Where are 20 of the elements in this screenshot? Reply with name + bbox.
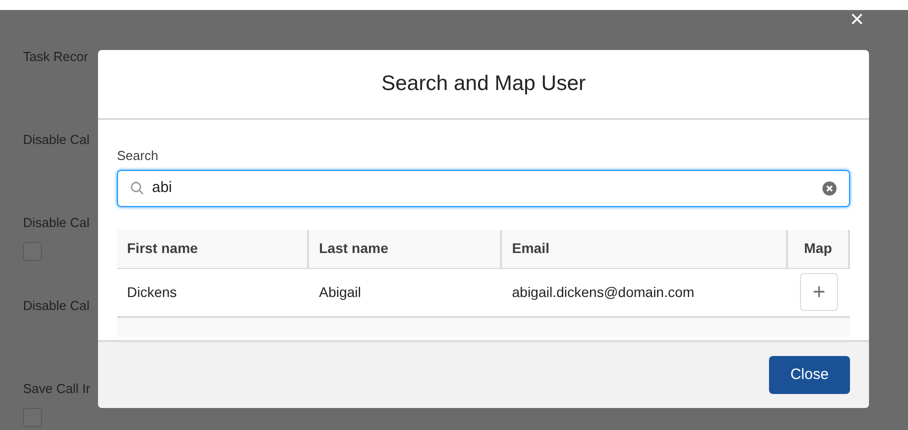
map-button[interactable]: + [800,273,838,311]
search-text: abi [152,179,172,196]
column-header: Last name [309,230,502,268]
setting-label: Task Recor [23,48,90,66]
close-button[interactable]: Close [769,356,850,394]
setting-label: Save Call Ir [23,380,92,398]
clear-icon[interactable] [822,180,837,196]
table-cell-text: abigail.dickens@domain.com [511,282,696,302]
column-header: Email [502,230,788,268]
setting-label: Disable Cal [23,214,90,232]
table-cell-text: Abigail [318,282,362,302]
search-icon [130,181,144,195]
search-field[interactable]: abi [117,170,850,206]
modal-title: Search and Map User [381,71,586,98]
column-header: First name [117,230,309,268]
setting-label: Disable Cal [23,297,90,315]
column-header: Map [788,230,850,268]
table-cell-text: Dickens [126,282,178,302]
setting-label: Disable Cal [23,131,90,149]
search-label: Search [117,147,160,165]
